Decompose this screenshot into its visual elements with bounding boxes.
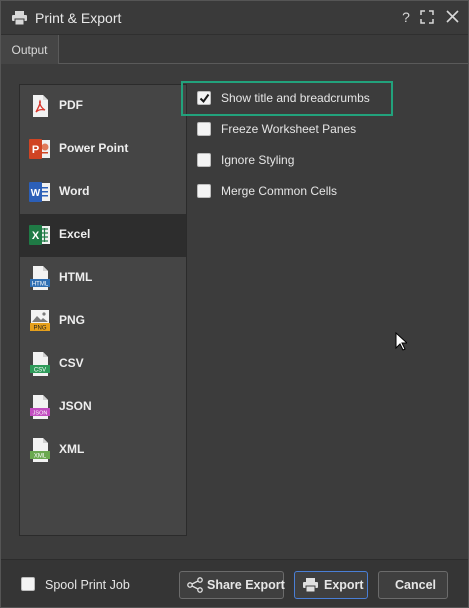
spool-checkbox[interactable]: [21, 577, 35, 591]
format-label: Word: [59, 184, 90, 198]
share-export-button[interactable]: Share Export: [179, 571, 285, 599]
svg-text:X: X: [32, 230, 40, 242]
svg-text:JSON: JSON: [33, 411, 48, 417]
svg-text:PNG: PNG: [33, 326, 46, 332]
option-checkbox[interactable]: [197, 122, 211, 136]
close-button[interactable]: [444, 9, 460, 25]
close-icon: [445, 10, 459, 23]
printer-icon: [12, 11, 27, 25]
format-item-xml[interactable]: XML XML: [20, 429, 186, 472]
share-icon: [187, 577, 203, 593]
spool-label: Spool Print Job: [45, 578, 130, 592]
checkmark-icon: [199, 93, 210, 104]
xml-icon: XML: [30, 438, 50, 462]
maximize-icon: [420, 10, 434, 24]
word-icon: W: [29, 182, 50, 202]
svg-text:CSV: CSV: [34, 368, 46, 374]
format-item-csv[interactable]: CSV CSV: [20, 343, 186, 386]
format-item-html[interactable]: HTML HTML: [20, 257, 186, 300]
format-label: Power Point: [59, 141, 129, 155]
format-item-pdf[interactable]: PDF: [20, 85, 186, 128]
maximize-button[interactable]: [419, 9, 435, 25]
title-bar: Print & Export ?: [1, 1, 468, 35]
format-label: HTML: [59, 270, 93, 284]
print-export-dialog: Print & Export ? Output PDF P Power Poin…: [0, 0, 469, 608]
png-icon: PNG: [30, 310, 50, 332]
format-item-powerpoint[interactable]: P Power Point: [20, 128, 186, 171]
format-label: XML: [59, 442, 85, 456]
option-checkbox[interactable]: [197, 91, 211, 105]
format-label: CSV: [59, 356, 84, 370]
output-panel: PDF P Power Point W Word X Excel HTML HT…: [1, 64, 468, 559]
cancel-label: Cancel: [395, 578, 436, 592]
format-label: Excel: [59, 227, 91, 241]
svg-text:XML: XML: [34, 454, 47, 460]
option-label: Ignore Styling: [221, 153, 295, 167]
dialog-footer: Spool Print Job Share Export Export Canc…: [1, 559, 468, 607]
printer-icon: [303, 578, 318, 592]
csv-icon: CSV: [30, 352, 50, 376]
cancel-button[interactable]: Cancel: [378, 571, 448, 599]
html-icon: HTML: [30, 266, 50, 290]
excel-icon: X: [29, 225, 50, 245]
format-list: PDF P Power Point W Word X Excel HTML HT…: [19, 84, 187, 536]
option-label: Show title and breadcrumbs: [221, 91, 370, 105]
option-checkbox[interactable]: [197, 184, 211, 198]
tab-bar: Output: [1, 35, 468, 64]
format-item-word[interactable]: W Word: [20, 171, 186, 214]
powerpoint-icon: P: [29, 139, 50, 159]
option-checkbox[interactable]: [197, 153, 211, 167]
format-label: PDF: [59, 98, 83, 112]
format-label: JSON: [59, 399, 92, 413]
svg-text:W: W: [31, 188, 41, 199]
dialog-title: Print & Export: [35, 10, 122, 26]
json-icon: JSON: [30, 395, 50, 419]
pdf-icon: [33, 95, 48, 117]
format-item-excel[interactable]: X Excel: [20, 214, 186, 257]
option-label: Freeze Worksheet Panes: [221, 122, 357, 136]
format-item-json[interactable]: JSON JSON: [20, 386, 186, 429]
export-label: Export: [324, 578, 364, 592]
tab-output[interactable]: Output: [1, 35, 59, 64]
share-export-label: Share Export: [207, 578, 285, 592]
option-label: Merge Common Cells: [221, 184, 338, 198]
export-button[interactable]: Export: [294, 571, 368, 599]
help-button[interactable]: ?: [398, 9, 414, 25]
format-label: PNG: [59, 313, 86, 327]
format-item-png[interactable]: PNG PNG: [20, 300, 186, 343]
svg-text:P: P: [32, 144, 39, 156]
svg-text:HTML: HTML: [32, 282, 49, 288]
